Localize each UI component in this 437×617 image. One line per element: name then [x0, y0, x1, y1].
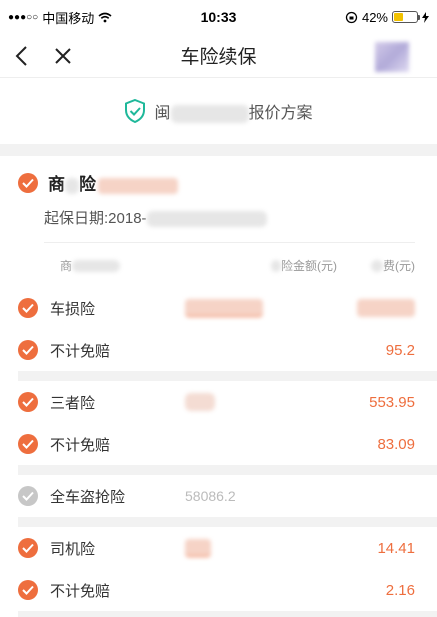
redacted-amount [185, 299, 263, 318]
check-icon[interactable] [18, 340, 38, 360]
group-divider [18, 611, 437, 617]
redacted-text [271, 260, 281, 273]
start-date: 起保日期:2018- [44, 207, 415, 243]
start-date-label: 起保日期:2018- [44, 210, 147, 227]
col-amount-label: 险金额(元) [281, 258, 337, 273]
coverage-premium [335, 299, 415, 318]
coverage-row[interactable]: 三者险 553.95 [18, 381, 415, 423]
redacted-text [98, 177, 178, 194]
coverage-amount [185, 393, 335, 412]
chevron-left-icon [15, 45, 27, 66]
shield-check-icon [125, 99, 146, 123]
coverage-amount [185, 299, 335, 318]
coverage-row[interactable]: 不计免赔 95.2 [18, 329, 415, 371]
redacted-text [371, 260, 383, 273]
check-icon[interactable] [18, 580, 38, 600]
status-time: 10:33 [200, 9, 237, 25]
avatar[interactable] [375, 42, 409, 72]
col-type-label: 商 [60, 258, 73, 273]
coverage-row[interactable]: 不计免赔 83.09 [18, 423, 415, 465]
battery-percent: 42% [361, 9, 388, 25]
coverage-row[interactable]: 司机险 14.41 [18, 527, 415, 569]
redacted-plate [170, 104, 249, 123]
status-bar: ●●●○○ 中国移动 10:33 42% [0, 0, 437, 34]
coverage-name: 不计免赔 [50, 582, 111, 600]
orientation-lock-icon [345, 11, 358, 23]
coverage-row[interactable]: 全车盗抢险 58086.2 [18, 475, 415, 517]
coverage-name: 全车盗抢险 [50, 488, 126, 506]
commercial-section: 商险 起保日期:2018- 商 险金额(元) 费(元) 车损险 不计免赔 95.2 三… [0, 156, 437, 617]
signal-icon: ●●●○○ [8, 11, 39, 23]
section-title-b: 险 [79, 175, 96, 194]
section-title-a: 商 [48, 175, 65, 194]
check-icon[interactable] [18, 172, 38, 193]
check-icon[interactable] [18, 392, 38, 412]
plan-suffix: 报价方案 [248, 105, 313, 122]
section-title-row[interactable]: 商险 [18, 170, 415, 195]
coverage-amount: 58086.2 [185, 488, 236, 504]
check-icon[interactable] [18, 434, 38, 454]
redacted-text [65, 177, 79, 194]
coverage-name: 不计免赔 [50, 342, 111, 360]
section-divider [0, 144, 437, 156]
battery-icon [392, 11, 420, 23]
coverage-list: 车损险不计免赔 95.2 三者险 553.95 不计免赔 83.09 全车盗抢险 58086.… [18, 287, 437, 617]
plan-prefix: 闽 [154, 105, 171, 122]
coverage-amount [185, 539, 335, 558]
redacted-amount [185, 393, 215, 412]
close-button[interactable] [42, 34, 84, 78]
coverage-name: 车损险 [50, 300, 96, 318]
page-title: 车险续保 [180, 47, 257, 68]
plan-header: 闽 报价方案 [0, 78, 437, 144]
check-icon[interactable] [18, 486, 38, 506]
coverage-premium: 83.09 [377, 435, 415, 453]
coverage-premium: 553.95 [369, 393, 415, 411]
check-icon[interactable] [18, 538, 38, 558]
redacted-date [146, 211, 267, 228]
col-premium-label: 费(元) [383, 258, 415, 273]
group-divider [18, 517, 437, 527]
coverage-premium: 14.41 [377, 539, 415, 557]
coverage-name: 不计免赔 [50, 436, 111, 454]
wifi-icon [98, 12, 112, 22]
column-header: 商 险金额(元) 费(元) [18, 243, 415, 287]
redacted-text [72, 260, 121, 273]
coverage-premium: 95.2 [385, 341, 415, 359]
close-icon [55, 47, 71, 64]
coverage-name: 三者险 [50, 394, 96, 412]
coverage-row[interactable]: 不计免赔 2.16 [18, 569, 415, 611]
coverage-premium: 2.16 [385, 581, 415, 599]
coverage-name: 司机险 [50, 540, 96, 558]
coverage-row[interactable]: 车损险 [18, 287, 415, 329]
redacted-amount [185, 539, 211, 558]
back-button[interactable] [0, 34, 42, 78]
redacted-premium [357, 299, 415, 318]
check-icon[interactable] [18, 298, 38, 318]
group-divider [18, 371, 437, 381]
nav-bar: 车险续保 [0, 34, 437, 78]
charging-icon [422, 11, 429, 23]
group-divider [18, 465, 437, 475]
carrier-label: 中国移动 [42, 10, 95, 26]
